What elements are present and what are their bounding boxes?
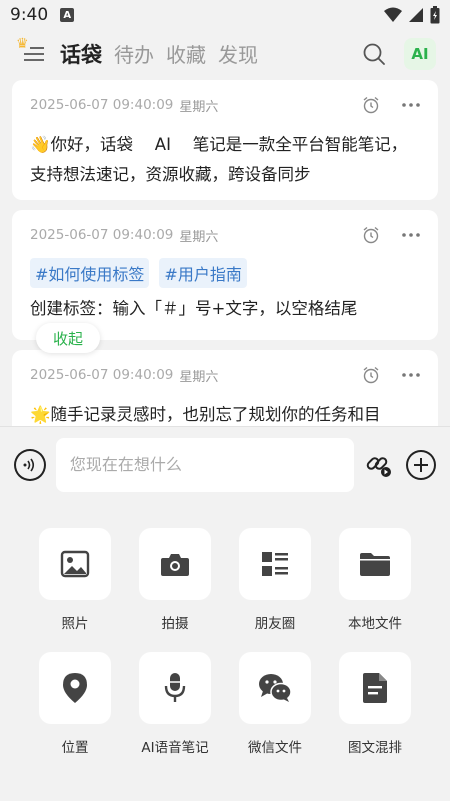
tag-chip[interactable]: #用户指南 [159,258,247,288]
menu-button[interactable]: ♛ [14,34,54,74]
composer-bar [0,426,450,502]
status-bar: 9:40 A [0,0,450,30]
note-weekday: 星期六 [179,99,219,115]
status-icons [384,6,440,24]
note-weekday: 星期六 [179,229,219,245]
attach-label: 位置 [61,740,89,756]
attachment-panel: 照片 拍摄 朋友圈 本地文件 位置 AI语音笔记 微信文件 图文混排 [0,502,450,801]
note-card[interactable]: 2025-06-07 09:40:09 星期六 👋你好，话袋 AI 笔记是一款全… [12,80,438,200]
microphone-icon [164,673,186,702]
voice-input-button[interactable] [14,448,46,481]
top-bar: ♛ 话袋 待办 收藏 发现 AI [0,30,450,78]
camera-icon [161,554,189,576]
note-timestamp: 2025-06-07 09:40:09 [30,367,174,383]
attach-label: 图文混排 [348,740,402,756]
wifi-icon [384,7,402,22]
attach-wechat-file[interactable]: 微信文件 [225,652,325,756]
note-weekday: 星期六 [179,369,219,385]
moments-icon [262,552,288,576]
alarm-clock-icon[interactable] [362,366,380,384]
status-time: 9:40 [10,5,49,25]
note-card[interactable]: 2025-06-07 09:40:09 星期六 #如何使用标签 #用户指南 创建… [12,210,438,340]
attach-location[interactable]: 位置 [25,652,125,756]
note-card-header: 2025-06-07 09:40:09 星期六 [30,94,420,116]
alarm-clock-icon[interactable] [362,96,380,114]
note-input[interactable] [55,437,355,492]
voice-wave-icon [23,458,34,471]
search-button[interactable] [356,36,392,72]
battery-icon [430,6,440,24]
folder-icon [360,553,390,576]
attach-label: AI语音笔记 [141,740,209,756]
attach-label: 拍摄 [161,616,189,632]
attach-camera[interactable]: 拍摄 [125,528,225,632]
note-card-header: 2025-06-07 09:40:09 星期六 [30,364,420,386]
note-timestamp: 2025-06-07 09:40:09 [30,97,174,113]
alarm-clock-icon[interactable] [362,226,380,244]
more-icon[interactable] [402,233,420,237]
attach-label: 照片 [61,616,89,632]
note-feed[interactable]: 2025-06-07 09:40:09 星期六 👋你好，话袋 AI 笔记是一款全… [0,78,450,426]
tab-favorites[interactable]: 收藏 [166,39,206,68]
app-notification-icon: A [60,8,75,22]
note-text: 创建标签：输入「＃」号+文字，以空格结尾 [30,299,358,318]
plus-icon [414,457,429,472]
wechat-icon [259,674,292,702]
tag-row: #如何使用标签 #用户指南 [30,258,420,288]
tab-todo[interactable]: 待办 [114,39,154,68]
document-icon [363,673,387,703]
attach-label: 本地文件 [348,616,402,632]
attach-label: 微信文件 [248,740,302,756]
search-icon [363,43,385,65]
tab-bar: 话袋 待办 收藏 发现 [60,39,258,69]
collapse-button[interactable]: 收起 [36,323,100,353]
crown-icon: ♛ [16,36,29,52]
note-card-header: 2025-06-07 09:40:09 星期六 [30,224,420,246]
attach-moments[interactable]: 朋友圈 [225,528,325,632]
link-button[interactable] [364,450,394,480]
attach-photo[interactable]: 照片 [25,528,125,632]
note-text: 👋你好，话袋 AI 笔记是一款全平台智能笔记，支持想法速记，资源收藏，跨设备同步 [30,135,408,184]
more-icon[interactable] [402,373,420,377]
note-card[interactable]: 2025-06-07 09:40:09 星期六 🌟随手记录灵感时，也别忘了规划你… [12,350,438,426]
signal-icon [409,8,423,22]
ai-button[interactable]: AI [404,38,436,70]
attach-label: 朋友圈 [254,616,296,632]
attach-ai-voice-note[interactable]: AI语音笔记 [125,652,225,756]
note-timestamp: 2025-06-07 09:40:09 [30,227,174,243]
note-text: 🌟随手记录灵感时，也别忘了规划你的任务和目 [30,405,381,424]
tab-huadai[interactable]: 话袋 [60,39,102,69]
link-icon [366,456,392,477]
tag-chip[interactable]: #如何使用标签 [30,258,150,288]
attach-local-file[interactable]: 本地文件 [325,528,425,632]
photo-icon [60,550,90,578]
add-button[interactable] [406,449,436,480]
location-icon [63,673,87,703]
tab-discover[interactable]: 发现 [218,39,258,68]
more-icon[interactable] [402,103,420,107]
attach-mixed-doc[interactable]: 图文混排 [325,652,425,756]
